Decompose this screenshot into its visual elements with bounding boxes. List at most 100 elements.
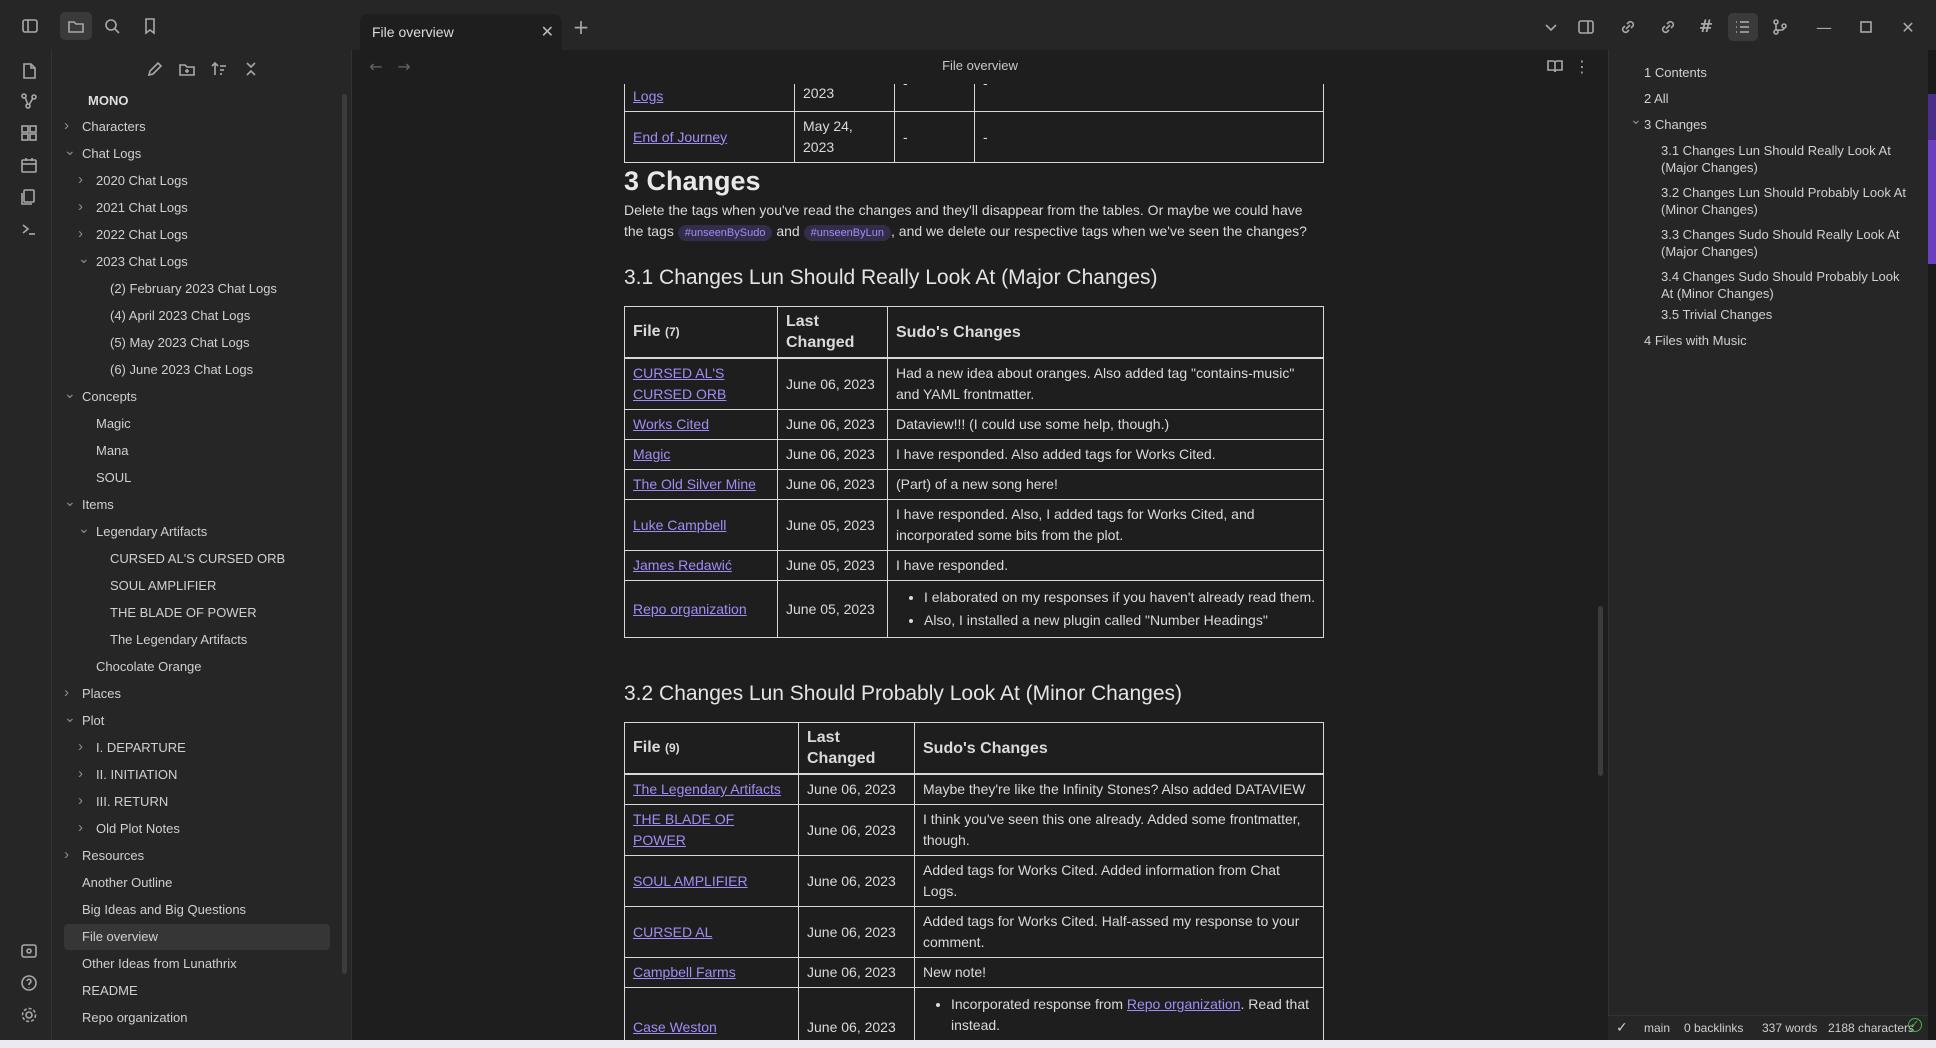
explorer-scrollbar[interactable] — [342, 94, 347, 974]
file-link[interactable]: Magic — [633, 446, 670, 462]
chevron-right-icon[interactable]: › — [78, 788, 83, 814]
file-link[interactable]: CURSED AL'S CURSED ORB — [633, 365, 726, 402]
vault-switcher-icon[interactable] — [18, 940, 40, 962]
files-tab-icon[interactable] — [60, 12, 92, 40]
git-icon[interactable] — [1768, 15, 1792, 39]
sidebar-toggle-icon[interactable] — [18, 14, 42, 38]
outline-item[interactable]: 3.4 Changes Sudo Should Probably Look At… — [1661, 268, 1909, 302]
file-link[interactable]: (1) January 2021 Chat Logs — [633, 84, 786, 107]
file-link[interactable]: The Old Silver Mine — [633, 476, 756, 492]
table-cell: Had a new idea about oranges. Also added… — [887, 357, 1324, 410]
close-window-icon[interactable]: ✕ — [1896, 15, 1920, 39]
tree-item-label: I. DEPARTURE — [96, 740, 186, 755]
tag-unseen-by-lun[interactable]: #unseenByLun — [803, 225, 891, 241]
chevron-right-icon[interactable]: › — [78, 815, 83, 841]
tree-item-label: II. INITIATION — [96, 767, 178, 782]
new-folder-icon[interactable] — [176, 58, 198, 80]
file-link[interactable]: THE BLADE OF POWER — [633, 811, 734, 848]
tag-unseen-by-sudo[interactable]: #unseenBySudo — [677, 225, 773, 241]
tree-item-label: Big Ideas and Big Questions — [82, 902, 247, 917]
git-branch[interactable]: main — [1644, 1021, 1670, 1035]
terminal-icon[interactable] — [18, 218, 40, 240]
tree-item-label: (4) April 2023 Chat Logs — [110, 308, 251, 323]
outline-item[interactable]: 2 All — [1644, 90, 1904, 107]
outline-item[interactable]: 3.2 Changes Lun Should Probably Look At … — [1661, 184, 1909, 218]
chevron-right-icon[interactable]: › — [78, 761, 83, 787]
sort-icon[interactable] — [208, 58, 230, 80]
file-item[interactable]: File overview — [64, 924, 330, 950]
intro-paragraph: Delete the tags when you've read the cha… — [624, 200, 1324, 242]
table-row: Repo organization June 05, 2023 I elaborat… — [624, 580, 1324, 638]
close-tab-icon[interactable]: ✕ — [541, 22, 554, 42]
tree-item-label: 2021 Chat Logs — [96, 200, 188, 215]
chevron-down-icon[interactable]: ⌄ — [64, 380, 76, 406]
editor-scrollbar[interactable] — [1598, 606, 1603, 776]
view-header-title[interactable]: File overview — [352, 58, 1608, 73]
backlinks-icon[interactable] — [1616, 15, 1640, 39]
collapse-all-icon[interactable] — [240, 58, 262, 80]
help-icon[interactable] — [18, 972, 40, 994]
chevron-down-icon[interactable]: ⌄ — [1630, 111, 1642, 128]
chevron-right-icon[interactable]: › — [64, 842, 69, 868]
chevron-right-icon[interactable]: › — [78, 221, 83, 247]
settings-gear-icon[interactable] — [18, 1004, 40, 1026]
repo-organization-link[interactable]: Repo organization — [1127, 996, 1241, 1012]
reading-view-icon[interactable] — [1544, 56, 1566, 76]
file-link[interactable]: Case Weston — [633, 1017, 790, 1038]
file-link[interactable]: SOUL AMPLIFIER — [633, 873, 748, 889]
tree-item-label: Repo organization — [82, 1010, 188, 1025]
bookmarks-tab-icon[interactable] — [138, 14, 162, 38]
tab-file-overview[interactable]: File overview ✕ — [360, 14, 562, 50]
outline-item-label: 3.3 Changes Sudo Should Really Look At (… — [1661, 227, 1900, 259]
outline-item[interactable]: 1 Contents — [1644, 64, 1904, 81]
tree-item-label: CURSED AL'S CURSED ORB — [110, 551, 286, 566]
outline-item[interactable]: 3.5 Trivial Changes — [1661, 306, 1909, 323]
file-link[interactable]: James Redawić — [633, 557, 732, 573]
file-link[interactable]: CURSED AL — [633, 924, 712, 940]
outline-item[interactable]: 3.1 Changes Lun Should Really Look At (M… — [1661, 142, 1909, 176]
new-note-ribbon-icon[interactable] — [18, 60, 40, 82]
file-link[interactable]: Campbell Farms — [633, 964, 736, 980]
calendar-icon[interactable] — [18, 154, 40, 176]
tab-list-chevron-icon[interactable] — [1540, 16, 1562, 38]
tags-icon[interactable]: # — [1694, 15, 1718, 39]
maximize-icon[interactable] — [1854, 15, 1878, 39]
commit-check-icon[interactable]: ✓ — [1616, 1019, 1628, 1036]
chevron-down-icon[interactable]: ⌄ — [78, 515, 90, 541]
file-link[interactable]: End of Journey — [633, 129, 727, 145]
minimize-icon[interactable]: — — [1812, 15, 1836, 39]
outline-item[interactable]: 4 Files with Music — [1644, 332, 1904, 349]
chevron-down-icon[interactable]: ⌄ — [64, 137, 76, 163]
templates-icon[interactable] — [18, 186, 40, 208]
search-tab-icon[interactable] — [100, 14, 124, 38]
file-link[interactable]: Works Cited — [633, 416, 709, 432]
col-changes-header: Sudo's Changes — [887, 306, 1324, 359]
file-link[interactable]: The Legendary Artifacts — [633, 781, 781, 797]
table-row: Campbell Farms June 06, 2023 New note! — [624, 957, 1324, 988]
chevron-right-icon[interactable]: › — [64, 680, 69, 706]
outline-item[interactable]: ⌄ 3 Changes — [1630, 111, 1904, 133]
graph-view-icon[interactable] — [18, 90, 40, 112]
new-tab-icon[interactable]: + — [570, 15, 592, 39]
chevron-down-icon[interactable]: ⌄ — [64, 488, 76, 514]
table-cell: June 06, 2023 — [777, 357, 888, 410]
file-explorer: MONO › Characters ⌄ Chat Logs › 2020 Chat Log… — [52, 50, 352, 1040]
new-note-icon[interactable] — [144, 58, 166, 80]
outline-icon[interactable] — [1728, 13, 1758, 41]
right-sidebar-toggle-icon[interactable] — [1574, 15, 1598, 39]
chevron-down-icon[interactable]: ⌄ — [64, 704, 76, 730]
more-options-icon[interactable]: ⋮ — [1572, 56, 1592, 76]
file-link[interactable]: Repo organization — [633, 601, 747, 617]
sync-status-icon[interactable]: ✓ — [1908, 1018, 1922, 1032]
file-link[interactable]: Luke Campbell — [633, 517, 726, 533]
chevron-right-icon[interactable]: › — [64, 113, 69, 139]
chevron-right-icon[interactable]: › — [78, 734, 83, 760]
backlinks-count[interactable]: 0 backlinks — [1684, 1021, 1743, 1035]
table-cell: Maybe they're like the Infinity Stones? … — [914, 773, 1324, 805]
chevron-right-icon[interactable]: › — [78, 194, 83, 220]
outgoing-links-icon[interactable] — [1656, 15, 1680, 39]
outline-item[interactable]: 3.3 Changes Sudo Should Really Look At (… — [1661, 226, 1909, 260]
chevron-right-icon[interactable]: › — [78, 167, 83, 193]
chevron-down-icon[interactable]: ⌄ — [78, 245, 90, 271]
canvas-icon[interactable] — [18, 122, 40, 144]
